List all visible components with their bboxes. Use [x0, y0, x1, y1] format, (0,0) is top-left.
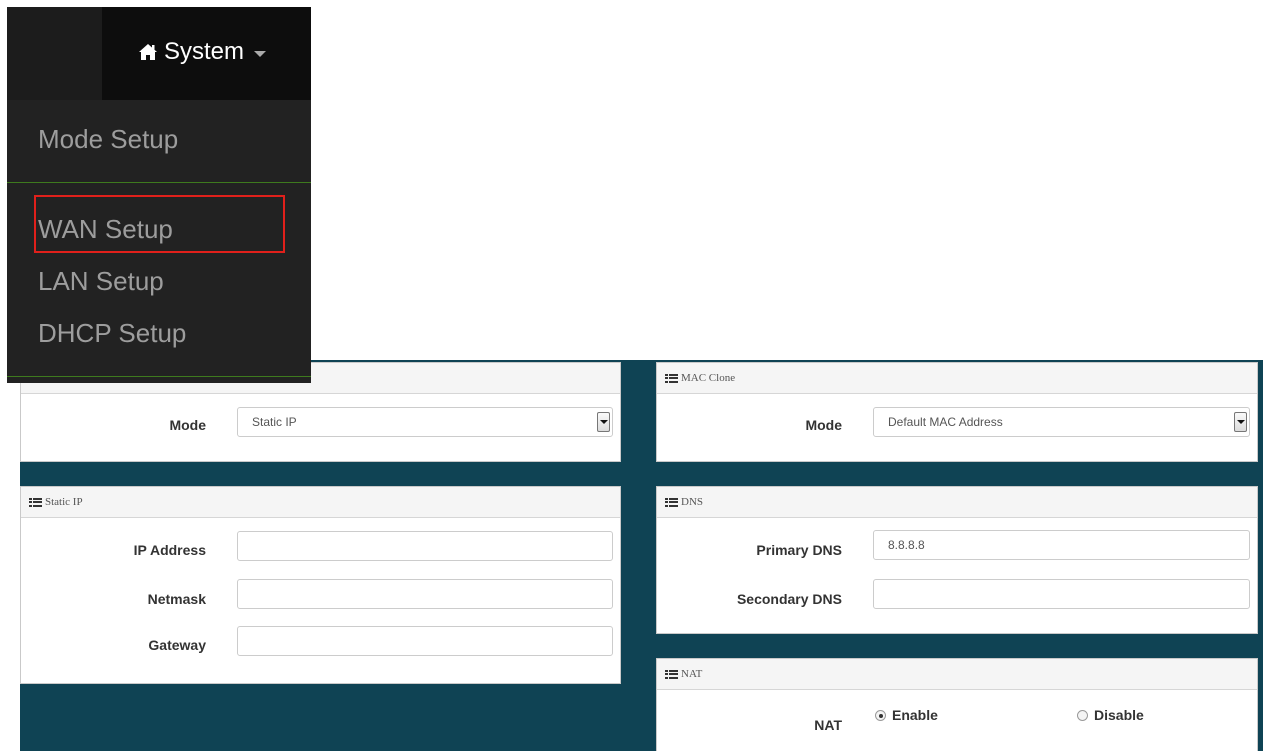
- list-icon: [665, 669, 678, 679]
- gateway-input[interactable]: [237, 626, 613, 656]
- nat-panel: NAT NAT Enable Disable: [656, 658, 1258, 751]
- navbar-left-item: [7, 7, 102, 100]
- gateway-label: Gateway: [148, 637, 206, 653]
- chevron-down-icon[interactable]: [597, 412, 610, 432]
- mac-mode-label: Mode: [805, 417, 842, 433]
- list-icon: [29, 497, 42, 507]
- primary-dns-input[interactable]: 8.8.8.8: [873, 530, 1250, 560]
- nat-panel-title: NAT: [681, 668, 703, 680]
- menu-item-lan-setup[interactable]: LAN Setup: [38, 266, 164, 297]
- menu-divider: [7, 376, 311, 377]
- netmask-input[interactable]: [237, 579, 613, 609]
- nat-disable-label: Disable: [1094, 707, 1144, 723]
- mac-clone-panel-header: MAC Clone: [657, 363, 1257, 394]
- static-ip-panel-header: Static IP: [21, 487, 620, 518]
- nat-enable-option[interactable]: Enable: [875, 707, 938, 725]
- nat-enable-radio[interactable]: [875, 710, 886, 721]
- list-icon: [665, 373, 678, 383]
- secondary-dns-input[interactable]: [873, 579, 1250, 609]
- caret-down-icon: [254, 50, 267, 57]
- menu-divider: [7, 182, 311, 183]
- dns-panel-header: DNS: [657, 487, 1257, 518]
- system-menu-toggle[interactable]: System: [138, 38, 267, 66]
- mac-clone-panel-title: MAC Clone: [681, 372, 736, 384]
- mode-select-value: Static IP: [252, 415, 297, 429]
- static-ip-panel: Static IP IP Address Netmask Gateway: [20, 486, 621, 684]
- chevron-down-icon[interactable]: [1234, 412, 1247, 432]
- menu-item-mode-setup[interactable]: Mode Setup: [38, 124, 178, 155]
- netmask-label: Netmask: [147, 591, 206, 607]
- wan-setup-highlight: [34, 195, 285, 253]
- dns-panel: DNS Primary DNS 8.8.8.8 Secondary DNS: [656, 486, 1258, 634]
- secondary-dns-label: Secondary DNS: [736, 591, 842, 607]
- nat-disable-option[interactable]: Disable: [1077, 707, 1144, 725]
- ip-address-input[interactable]: [237, 531, 613, 561]
- mode-select[interactable]: Static IP: [237, 407, 613, 437]
- nat-enable-label: Enable: [892, 707, 938, 723]
- menu-item-dhcp-setup[interactable]: DHCP Setup: [38, 318, 186, 349]
- ip-address-label: IP Address: [133, 542, 206, 558]
- nat-label: NAT: [814, 717, 842, 733]
- static-ip-panel-title: Static IP: [45, 496, 83, 508]
- mode-label: Mode: [169, 417, 206, 433]
- mac-clone-panel: MAC Clone Mode Default MAC Address: [656, 362, 1258, 462]
- primary-dns-label: Primary DNS: [756, 542, 842, 558]
- mac-mode-select-value: Default MAC Address: [888, 415, 1003, 429]
- list-icon: [665, 497, 678, 507]
- system-menu-label: System: [164, 38, 245, 65]
- dns-panel-title: DNS: [681, 496, 704, 508]
- home-icon: [139, 44, 157, 60]
- mac-mode-select[interactable]: Default MAC Address: [873, 407, 1250, 437]
- navbar: System: [7, 7, 311, 100]
- nat-disable-radio[interactable]: [1077, 710, 1088, 721]
- nat-panel-header: NAT: [657, 659, 1257, 690]
